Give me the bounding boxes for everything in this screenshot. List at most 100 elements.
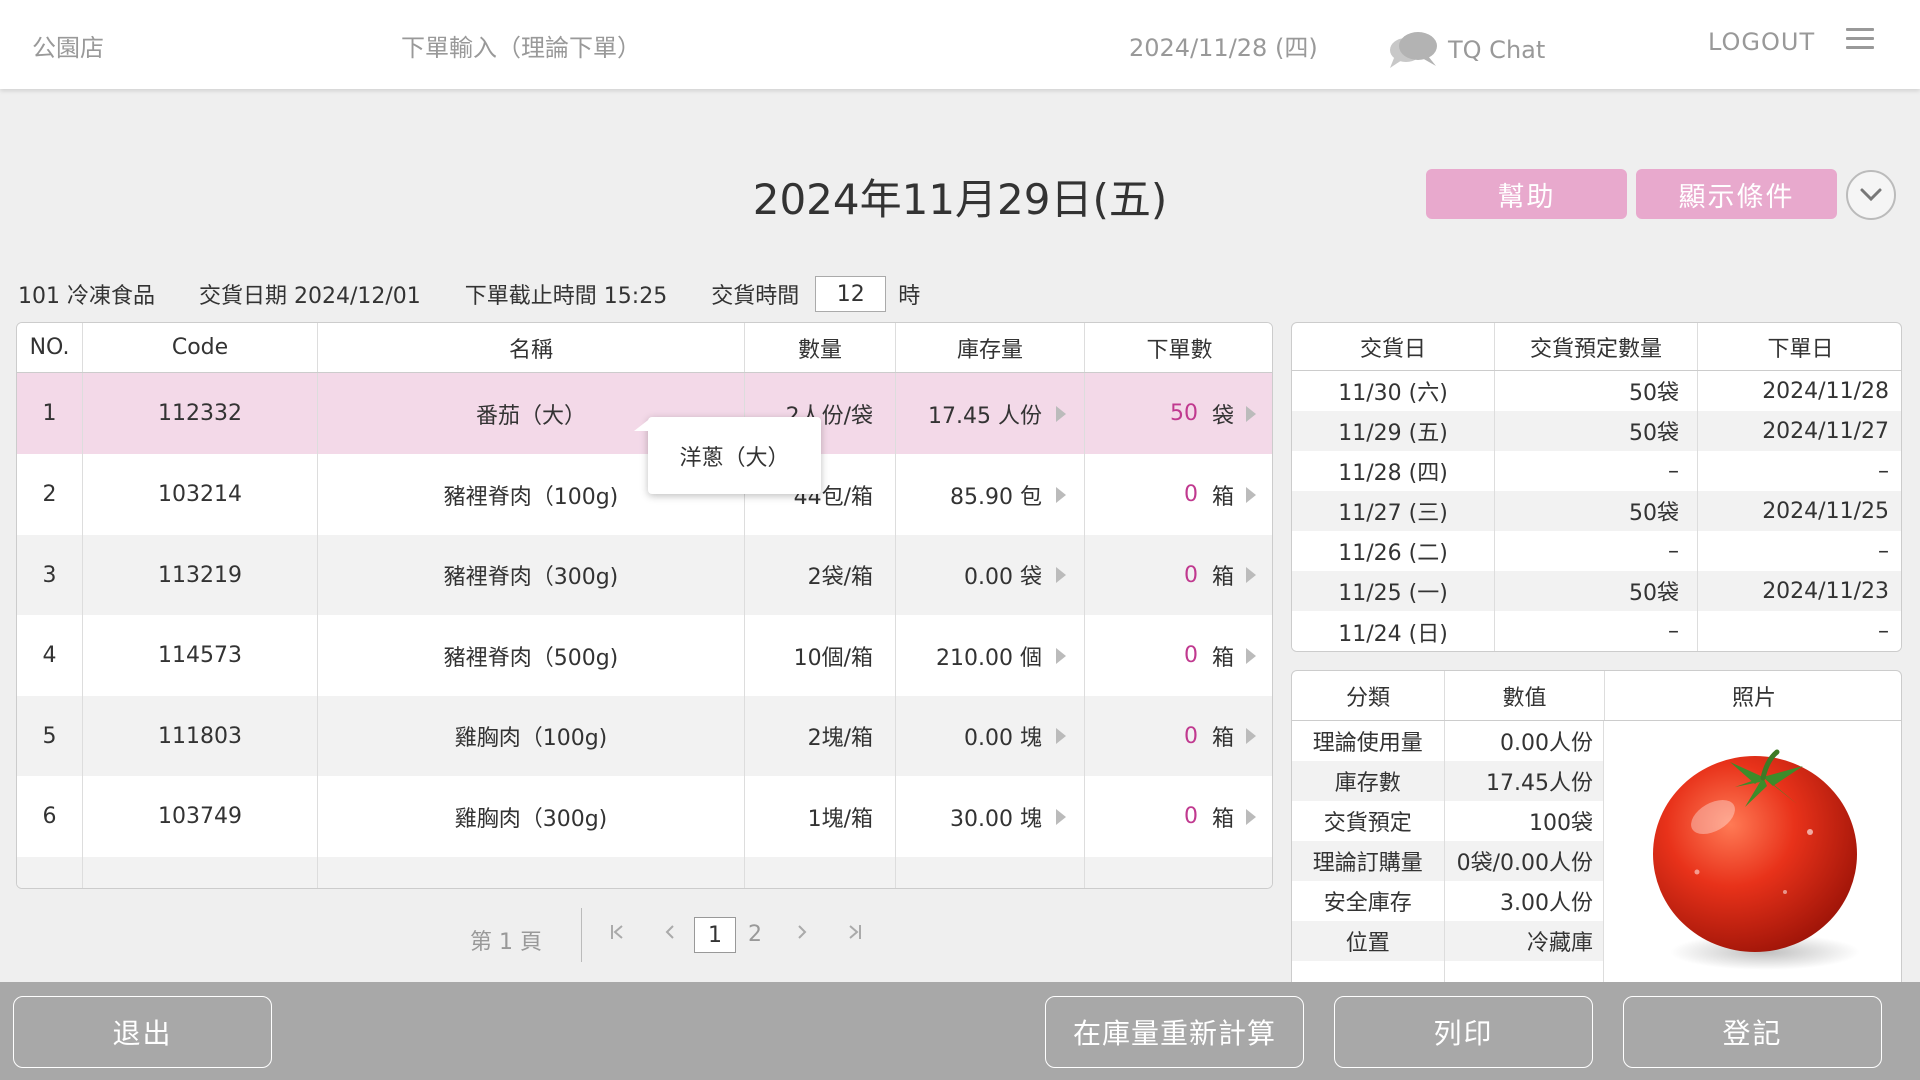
delivery-row: 11/30 (六) 50袋 2024/11/28 xyxy=(1292,371,1901,411)
product-photo xyxy=(1605,722,1901,989)
row-stock-cell[interactable]: 0.00 袋 xyxy=(896,535,1085,615)
order-date: – xyxy=(1878,458,1889,484)
row-order-cell xyxy=(1085,857,1272,888)
detail-value: 0袋/0.00人份 xyxy=(1445,841,1604,881)
help-button[interactable]: 幫助 xyxy=(1426,169,1627,219)
last-page-icon[interactable] xyxy=(848,922,862,947)
detail-label: 位置 xyxy=(1292,921,1445,961)
row-no: 1 xyxy=(17,373,83,454)
header-order: 下單數 xyxy=(1146,337,1213,363)
row-qty: 2塊/箱 xyxy=(745,696,896,776)
hamburger-menu-icon[interactable] xyxy=(1846,28,1874,50)
item-name-tooltip: 洋蔥（大） xyxy=(634,417,821,494)
delivery-row: 11/26 (二) – – xyxy=(1292,531,1901,571)
next-page-icon[interactable] xyxy=(796,922,808,947)
table-row[interactable]: 5 111803 雞胸肉（100g) 2塊/箱 0.00 塊 0箱 xyxy=(17,696,1272,776)
detail-value: 冷藏庫 xyxy=(1445,921,1604,961)
row-order-cell[interactable]: 0箱 xyxy=(1085,696,1272,776)
pagination-divider xyxy=(581,908,582,962)
delivery-date: 11/29 (五) xyxy=(1292,411,1495,451)
header-code: Code xyxy=(83,323,318,372)
delivery-hour-input[interactable]: 12 xyxy=(815,276,887,312)
detail-value: 100袋 xyxy=(1445,801,1604,841)
detail-row: 理論訂購量 0袋/0.00人份 xyxy=(1292,841,1604,881)
show-conditions-button[interactable]: 顯示條件 xyxy=(1636,169,1837,219)
header-name: 名稱 xyxy=(318,323,745,372)
chat-link[interactable]: TQ Chat xyxy=(1386,28,1545,72)
row-no: 4 xyxy=(17,615,83,696)
row-order-qty: 0 xyxy=(1183,482,1198,507)
page-button-2[interactable]: 2 xyxy=(748,922,762,947)
row-qty: 10個/箱 xyxy=(745,615,896,696)
row-stock-cell[interactable]: 0.00 塊 xyxy=(896,696,1085,776)
table-row-partial[interactable] xyxy=(17,857,1272,888)
row-order-cell[interactable]: 0箱 xyxy=(1085,615,1272,696)
row-no: 5 xyxy=(17,696,83,776)
row-stock-cell[interactable]: 85.90 包 xyxy=(896,454,1085,535)
caret-right-icon xyxy=(1246,808,1256,825)
caret-right-icon xyxy=(1056,567,1066,583)
caret-right-icon xyxy=(1246,486,1256,503)
header-no: NO. xyxy=(17,323,83,372)
delivery-history-table: 交貨日 交貨預定數量 下單日 11/30 (六) 50袋 2024/11/28 … xyxy=(1291,322,1902,652)
row-stock: 85.90 包 xyxy=(950,484,1042,510)
detail-row: 交貨預定 100袋 xyxy=(1292,801,1604,841)
row-order-qty: 0 xyxy=(1183,562,1198,588)
logout-button[interactable]: LOGOUT xyxy=(1708,28,1815,56)
row-stock: 30.00 塊 xyxy=(950,806,1042,832)
page-title-text: 2024年11月29日(五) xyxy=(752,175,1168,224)
table-row[interactable]: 4 114573 豬裡脊肉（500g) 10個/箱 210.00 個 0箱 xyxy=(17,615,1272,696)
order-date: 2024/11/28 xyxy=(1762,378,1889,404)
prev-page-icon[interactable] xyxy=(664,922,676,947)
row-order-unit: 箱 xyxy=(1211,806,1234,832)
delivery-date: 11/24 (日) xyxy=(1292,611,1495,651)
order-table: NO. Code 名稱 數量 庫存量 下單數 1 112332 番茄（大） 2人… xyxy=(16,322,1273,889)
chat-bubble-icon xyxy=(1390,32,1437,68)
delivery-row: 11/25 (一) 50袋 2024/11/23 xyxy=(1292,571,1901,611)
exit-button[interactable]: 退出 xyxy=(13,996,272,1068)
delivery-date: 11/25 (一) xyxy=(1292,571,1495,611)
planned-qty: 50袋 xyxy=(1495,411,1698,451)
recalculate-stock-button[interactable]: 在庫量重新計算 xyxy=(1045,996,1304,1068)
row-stock: 0.00 塊 xyxy=(964,726,1042,751)
row-order-qty: 0 xyxy=(1183,804,1198,829)
row-stock: 210.00 個 xyxy=(936,645,1042,671)
delivery-date: 11/27 (三) xyxy=(1292,491,1495,531)
chevron-down-icon xyxy=(1860,188,1882,202)
row-no: 2 xyxy=(17,454,83,535)
row-order-cell[interactable]: 0箱 xyxy=(1085,776,1272,857)
caret-right-icon xyxy=(1246,728,1256,744)
row-order-cell[interactable]: 50 袋 xyxy=(1085,373,1272,454)
table-row[interactable]: 3 113219 豬裡脊肉（300g) 2袋/箱 0.00 袋 0箱 xyxy=(17,535,1272,615)
caret-right-icon xyxy=(1056,728,1066,744)
row-order-cell[interactable]: 0箱 xyxy=(1085,535,1272,615)
first-page-icon[interactable] xyxy=(610,922,624,947)
row-code: 111803 xyxy=(83,696,318,776)
row-order-cell[interactable]: 0箱 xyxy=(1085,454,1272,535)
table-row[interactable]: 6 103749 雞胸肉（300g) 1塊/箱 30.00 塊 0箱 xyxy=(17,776,1272,857)
row-order-unit: 箱 xyxy=(1211,645,1234,671)
row-order-qty: 0 xyxy=(1183,643,1198,668)
header-order-date: 下單日 xyxy=(1767,336,1834,362)
caret-right-icon xyxy=(1056,405,1066,422)
table-row[interactable]: 2 103214 豬裡脊肉（100g) 44包/箱 85.90 包 0箱 xyxy=(17,454,1272,535)
caret-right-icon xyxy=(1246,567,1256,583)
row-code xyxy=(83,857,318,888)
table-row[interactable]: 1 112332 番茄（大） 2人份/袋 17.45 人份 50 袋 xyxy=(17,373,1272,454)
order-date: – xyxy=(1878,538,1889,564)
expand-button[interactable] xyxy=(1846,170,1896,220)
register-button[interactable]: 登記 xyxy=(1623,996,1882,1068)
row-stock-cell[interactable]: 30.00 塊 xyxy=(896,776,1085,857)
row-qty: 2袋/箱 xyxy=(745,535,896,615)
order-table-header: NO. Code 名稱 數量 庫存量 下單數 xyxy=(17,323,1272,373)
print-button[interactable]: 列印 xyxy=(1334,996,1593,1068)
order-date: – xyxy=(1878,619,1889,644)
planned-qty: 50袋 xyxy=(1495,571,1698,611)
page-button-current[interactable]: 1 xyxy=(694,917,736,953)
detail-table-header: 分類 數值 照片 xyxy=(1292,671,1901,721)
order-info-line: 101 冷凍食品 交貨日期 2024/12/01 下單截止時間 15:25 交貨… xyxy=(18,276,920,312)
row-stock-cell[interactable]: 17.45 人份 xyxy=(896,373,1085,454)
row-stock-cell[interactable]: 210.00 個 xyxy=(896,615,1085,696)
detail-value: 17.45人份 xyxy=(1445,761,1604,801)
caret-right-icon xyxy=(1056,647,1066,664)
